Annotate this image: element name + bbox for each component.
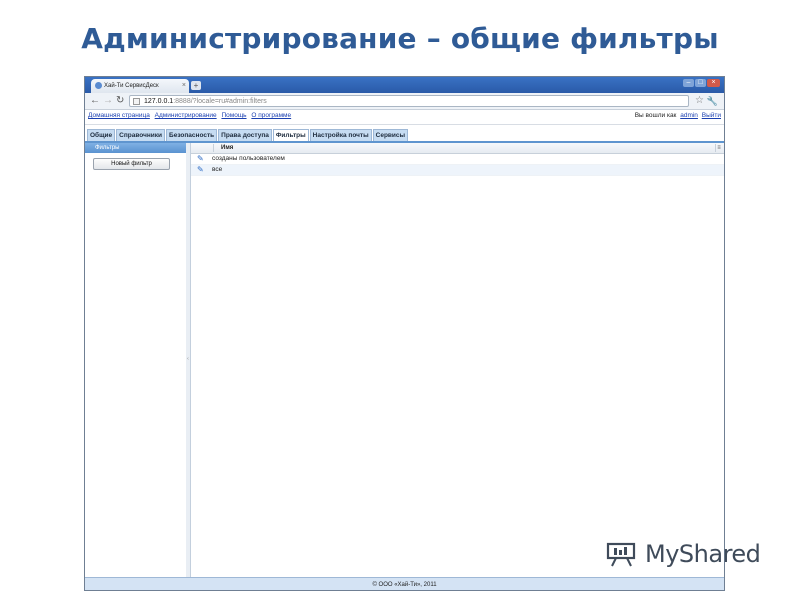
page-icon [133, 98, 140, 105]
column-header-name[interactable]: Имя [221, 143, 233, 153]
sidebar-header: Фильтры [85, 143, 186, 153]
browser-toolbar: ← → ↻ 127.0.0.1:8888/?locale=ru#admin:fi… [85, 93, 724, 110]
tab-filters[interactable]: Фильтры [272, 129, 309, 141]
bookmark-star-icon[interactable]: ☆ [695, 95, 704, 107]
forward-arrow-icon[interactable]: → [103, 95, 113, 107]
wrench-icon[interactable]: 🔧 [707, 95, 718, 107]
menu-admin-link[interactable]: Администрирование [155, 112, 217, 119]
tab-access-rights[interactable]: Права доступа [218, 129, 272, 141]
watermark-text: MyShared [645, 540, 761, 568]
new-filter-button[interactable]: Новый фильтр [93, 158, 170, 170]
tab-general[interactable]: Общие [87, 129, 116, 141]
minimize-icon[interactable]: – [683, 79, 694, 87]
logout-link[interactable]: Выйти [702, 112, 721, 119]
filters-sidebar: Фильтры Новый фильтр [85, 143, 187, 577]
table-row[interactable]: ✎ созданы пользователем [191, 154, 724, 165]
tab-services[interactable]: Сервисы [372, 129, 409, 141]
url-path: :8888/?locale=ru#admin:filters [173, 98, 267, 105]
browser-window: Хай-Ти СервисДеск × + – □ × ← → ↻ 127.0.… [84, 76, 725, 591]
logged-in-label: Вы вошли как [634, 112, 677, 119]
username-link[interactable]: admin [680, 112, 698, 119]
tab-security[interactable]: Безопасность [166, 129, 218, 141]
browser-tab[interactable]: Хай-Ти СервисДеск × [91, 79, 189, 93]
splitter-grip-icon[interactable]: ‹ [186, 356, 190, 362]
row-label: созданы пользователем [212, 155, 285, 162]
divider [85, 124, 724, 125]
table-row[interactable]: ✎ все [191, 165, 724, 176]
menu-home-link[interactable]: Домашняя страница [88, 112, 150, 119]
tab-mail-settings[interactable]: Настройка почты [309, 129, 372, 141]
browser-titlebar: Хай-Ти СервисДеск × + – □ × [85, 77, 724, 93]
menu-help-link[interactable]: Помощь [221, 112, 246, 119]
page-footer: © ООО «Хай-Ти», 2011 [85, 577, 724, 590]
pencil-edit-icon[interactable]: ✎ [197, 165, 204, 175]
user-info: Вы вошли как admin Выйти [635, 110, 721, 122]
favicon-icon [95, 81, 102, 89]
new-tab-button[interactable]: + [191, 81, 201, 90]
tab-dictionaries[interactable]: Справочники [116, 129, 166, 141]
close-icon[interactable]: × [707, 79, 720, 87]
row-label: все [212, 166, 223, 173]
column-divider [213, 144, 214, 152]
reload-icon[interactable]: ↻ [116, 95, 124, 107]
filters-grid: Имя ≡ ✎ созданы пользователем ✎ все [191, 143, 724, 577]
slide-title: Администрирование – общие фильтры [81, 22, 719, 55]
address-bar[interactable]: 127.0.0.1:8888/?locale=ru#admin:filters [129, 95, 689, 107]
browser-tab-title: Хай-Ти СервисДеск [104, 83, 159, 89]
app-menubar: Домашняя страница Администрирование Помо… [85, 110, 724, 122]
pencil-edit-icon[interactable]: ✎ [197, 154, 204, 164]
back-arrow-icon[interactable]: ← [90, 95, 100, 107]
menu-about-link[interactable]: О программе [251, 112, 291, 119]
presentation-board-icon [606, 542, 636, 567]
tab-close-icon[interactable]: × [182, 79, 186, 93]
maximize-icon[interactable]: □ [695, 79, 706, 87]
grid-header: Имя ≡ [191, 143, 724, 154]
url-host: 127.0.0.1 [144, 98, 174, 105]
column-menu-icon[interactable]: ≡ [715, 144, 722, 152]
admin-tabs: Общие Справочники Безопасность Права дос… [87, 129, 409, 141]
